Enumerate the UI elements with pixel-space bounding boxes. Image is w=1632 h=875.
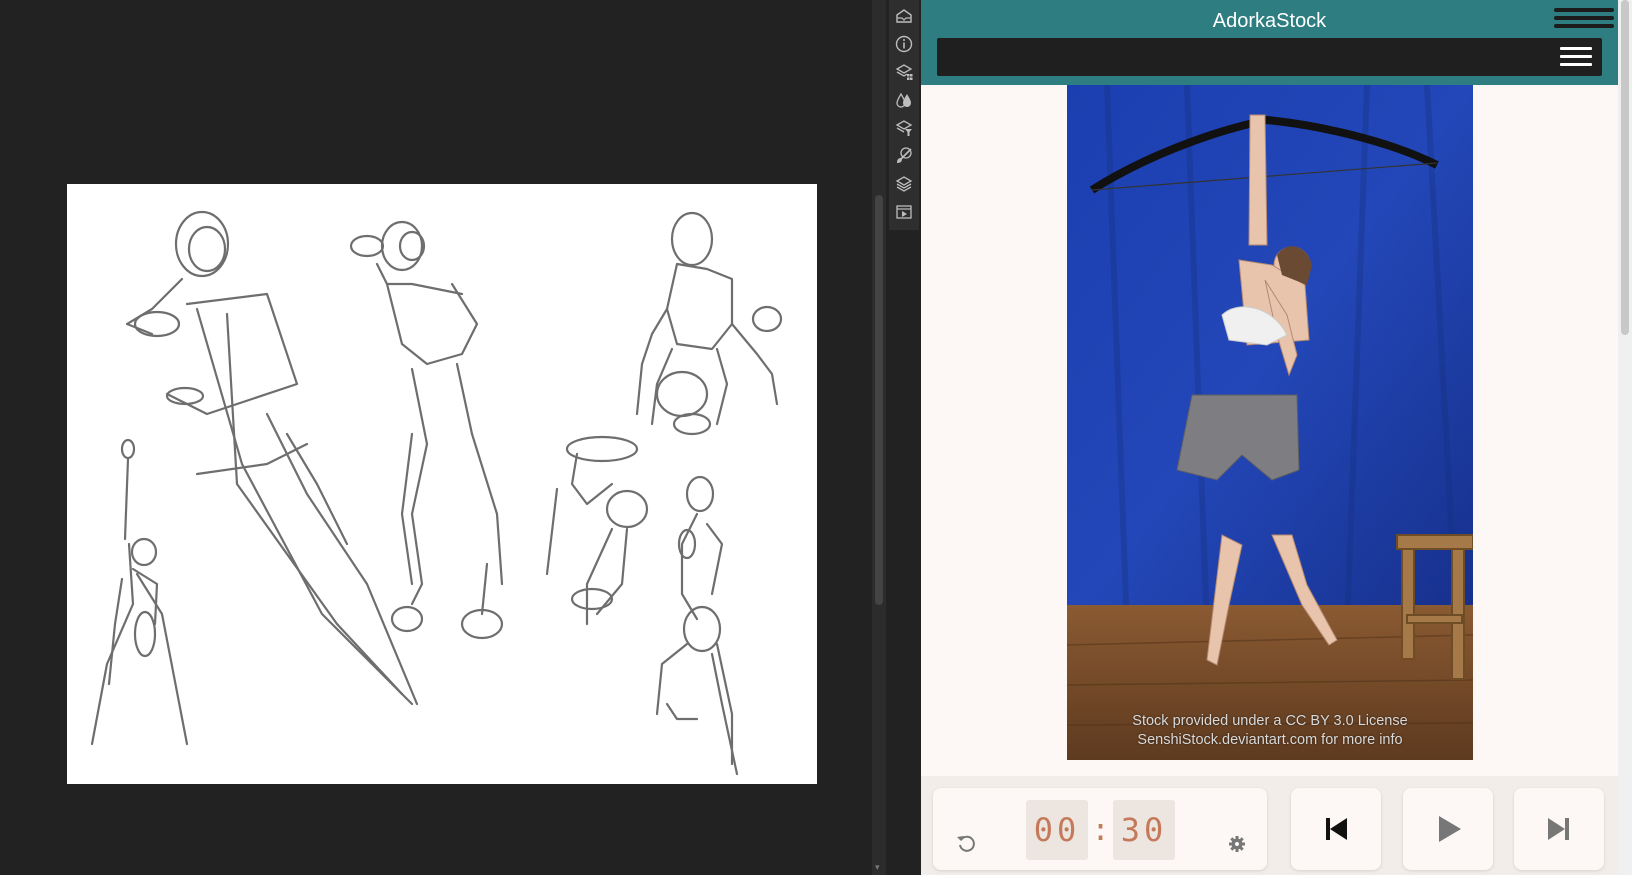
info-icon[interactable] <box>894 34 914 54</box>
gesture-sketches <box>90 210 783 776</box>
skip-next-icon <box>1548 818 1569 840</box>
credit-source: SenshiStock.deviantart.com for more info <box>1137 732 1403 748</box>
reference-photo-image <box>1067 85 1473 760</box>
reference-photo: Stock provided under a CC BY 3.0 License… <box>1067 85 1473 760</box>
credit-license: Stock provided under a CC BY 3.0 License <box>1132 713 1408 729</box>
sketch-figure-3 <box>349 220 504 640</box>
next-button[interactable] <box>1514 788 1604 870</box>
panel-icon-toolbar <box>889 0 919 230</box>
brush-icon[interactable] <box>894 146 914 166</box>
layer-comps-icon[interactable] <box>894 62 914 82</box>
sketch-figure-2 <box>125 210 419 706</box>
canvas-vertical-scrollbar[interactable]: ▾ <box>872 0 886 875</box>
timer-separator: : <box>1091 812 1110 848</box>
panel-scroll-thumb[interactable] <box>1621 0 1629 335</box>
timer-controls: 00 : 30 <box>921 776 1618 875</box>
timer-seconds[interactable]: 30 <box>1113 800 1175 860</box>
timeline-icon[interactable] <box>894 202 914 222</box>
canvas-scroll-thumb[interactable] <box>875 195 883 605</box>
app-title: AdorkaStock <box>1212 10 1327 32</box>
layers-icon[interactable] <box>894 174 914 194</box>
app-header: AdorkaStock <box>921 0 1618 85</box>
play-button[interactable] <box>1403 788 1493 870</box>
layer-filter-icon[interactable] <box>894 118 914 138</box>
navbar <box>937 38 1602 76</box>
timer-box: 00 : 30 <box>933 788 1267 870</box>
sketch-figure-6 <box>655 475 739 776</box>
navigator-icon[interactable] <box>894 6 914 26</box>
play-icon <box>1439 816 1461 842</box>
sketch-figure-4 <box>545 435 649 626</box>
sketch-canvas[interactable] <box>67 184 817 784</box>
panel-menu-icon[interactable] <box>1554 8 1614 34</box>
sketch-figure-5 <box>635 211 783 436</box>
reset-timer-icon[interactable] <box>955 832 977 854</box>
drawing-workspace[interactable] <box>0 0 872 875</box>
sketch-figure-1 <box>90 438 189 746</box>
skip-previous-icon <box>1326 818 1347 840</box>
scroll-down-arrow-icon[interactable]: ▾ <box>875 863 880 873</box>
gear-icon[interactable] <box>1227 834 1247 854</box>
adorkastock-panel: AdorkaStock Stock provided under a CC BY… <box>921 0 1618 875</box>
timer-minutes[interactable]: 00 <box>1026 800 1088 860</box>
photo-credit: Stock provided under a CC BY 3.0 License… <box>1067 712 1473 750</box>
hamburger-menu-icon[interactable] <box>1560 47 1592 67</box>
color-swatches-icon[interactable] <box>894 90 914 110</box>
previous-button[interactable] <box>1291 788 1381 870</box>
panel-vertical-scrollbar[interactable] <box>1618 0 1632 875</box>
